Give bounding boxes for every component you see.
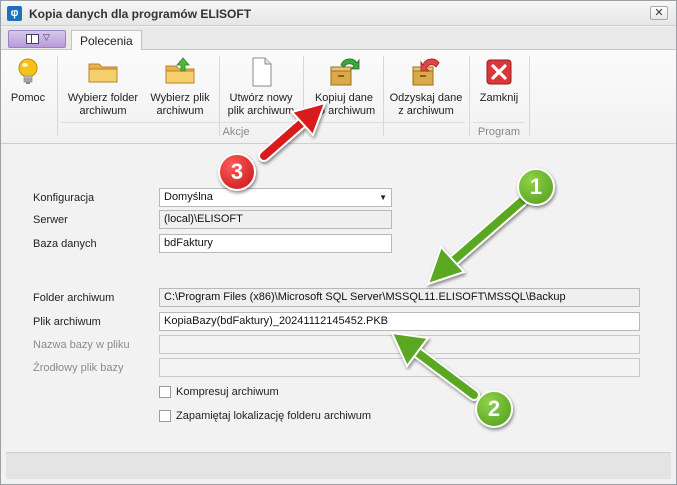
lightbulb-icon [18,58,38,84]
app-menu-icon [26,34,39,44]
konfiguracja-dropdown[interactable]: Domyślna ▼ [159,188,392,207]
serwer-field[interactable]: (local)\ELISOFT [159,210,392,229]
close-red-icon [486,59,512,85]
ribbon-separator [469,56,470,136]
chevron-down-icon: ▽ [43,32,50,42]
ribbon-separator [303,56,304,136]
dropdown-arrow-icon[interactable]: ▼ [379,189,387,206]
tab-polecenia[interactable]: Polecenia [71,30,142,51]
baza-label: Baza danych [33,238,97,250]
marker-2: 2 [475,390,513,428]
ribbon: Pomoc Wybierz folder archiwum Wybierz pl… [1,50,676,144]
group-divider [61,122,465,123]
kompresuj-checkbox[interactable] [159,386,171,398]
copy-to-archive-label: Kopiuj dane do archiwum [312,92,376,117]
nazwa-label: Nazwa bazy w pliku [33,339,130,351]
title-bar: φ Kopia danych dla programów ELISOFT ✕ [1,1,676,26]
choose-file-button[interactable]: Wybierz plik archiwum [145,50,215,122]
group-label-akcje: Akcje [222,126,250,138]
group-label-program: Program [477,126,521,138]
ribbon-separator [529,56,530,136]
choose-file-label: Wybierz plik archiwum [150,92,210,117]
marker-3: 3 [218,153,256,191]
konfiguracja-label: Konfiguracja [33,192,95,204]
folder-icon [88,63,118,83]
window-title: Kopia danych dla programów ELISOFT [29,7,252,21]
ribbon-separator [57,56,58,136]
zapamietaj-label: Zapamiętaj lokalizację folderu archiwum [176,410,372,422]
app-menu-button[interactable]: ▽ [8,30,66,48]
restore-archive-button[interactable]: Odzyskaj dane z archiwum [387,50,465,122]
zrodlowy-label: Źrodłowy plik bazy [33,362,124,374]
choose-folder-button[interactable]: Wybierz folder archiwum [61,50,145,122]
help-button[interactable]: Pomoc [5,50,51,122]
restore-archive-label: Odzyskaj dane z archiwum [389,92,463,117]
folder-field[interactable]: C:\Program Files (x86)\Microsoft SQL Ser… [159,288,640,307]
form-area: Konfiguracja Domyślna ▼ Serwer (local)\E… [6,145,671,451]
baza-field[interactable]: bdFaktury [159,234,392,253]
ribbon-tab-strip: ▽ Polecenia [1,27,676,51]
choose-folder-label: Wybierz folder archiwum [67,92,139,117]
kompresuj-label: Kompresuj archiwum [176,386,279,398]
restore-archive-icon [412,58,440,86]
plik-field[interactable]: KopiaBazy(bdFaktury)_20241112145452.PKB [159,312,640,331]
group-divider [473,122,525,123]
plik-label: Plik archiwum [33,316,101,328]
close-button-label: Zamknij [479,92,519,104]
window-close-button[interactable]: ✕ [650,6,668,20]
create-archive-label: Utwórz nowy plik archiwum [227,92,295,117]
copy-to-archive-icon [330,58,360,86]
zrodlowy-field[interactable] [159,358,640,377]
folder-up-icon [165,57,195,84]
folder-label: Folder archiwum [33,292,115,304]
ribbon-separator [219,56,220,136]
marker-1: 1 [517,168,555,206]
create-archive-button[interactable]: Utwórz nowy plik archiwum [223,50,299,122]
zapamietaj-checkbox[interactable] [159,410,171,422]
copy-to-archive-button[interactable]: Kopiuj dane do archiwum [307,50,381,122]
konfiguracja-value: Domyślna [164,191,213,203]
app-window: φ Kopia danych dla programów ELISOFT ✕ ▽… [0,0,677,485]
app-logo-icon: φ [7,6,22,21]
ribbon-separator [383,56,384,136]
close-button[interactable]: Zamknij [473,50,525,122]
status-bar [6,452,671,479]
nazwa-field[interactable] [159,335,640,354]
serwer-label: Serwer [33,214,68,226]
help-button-label: Pomoc [10,92,46,104]
new-file-icon [252,57,272,87]
